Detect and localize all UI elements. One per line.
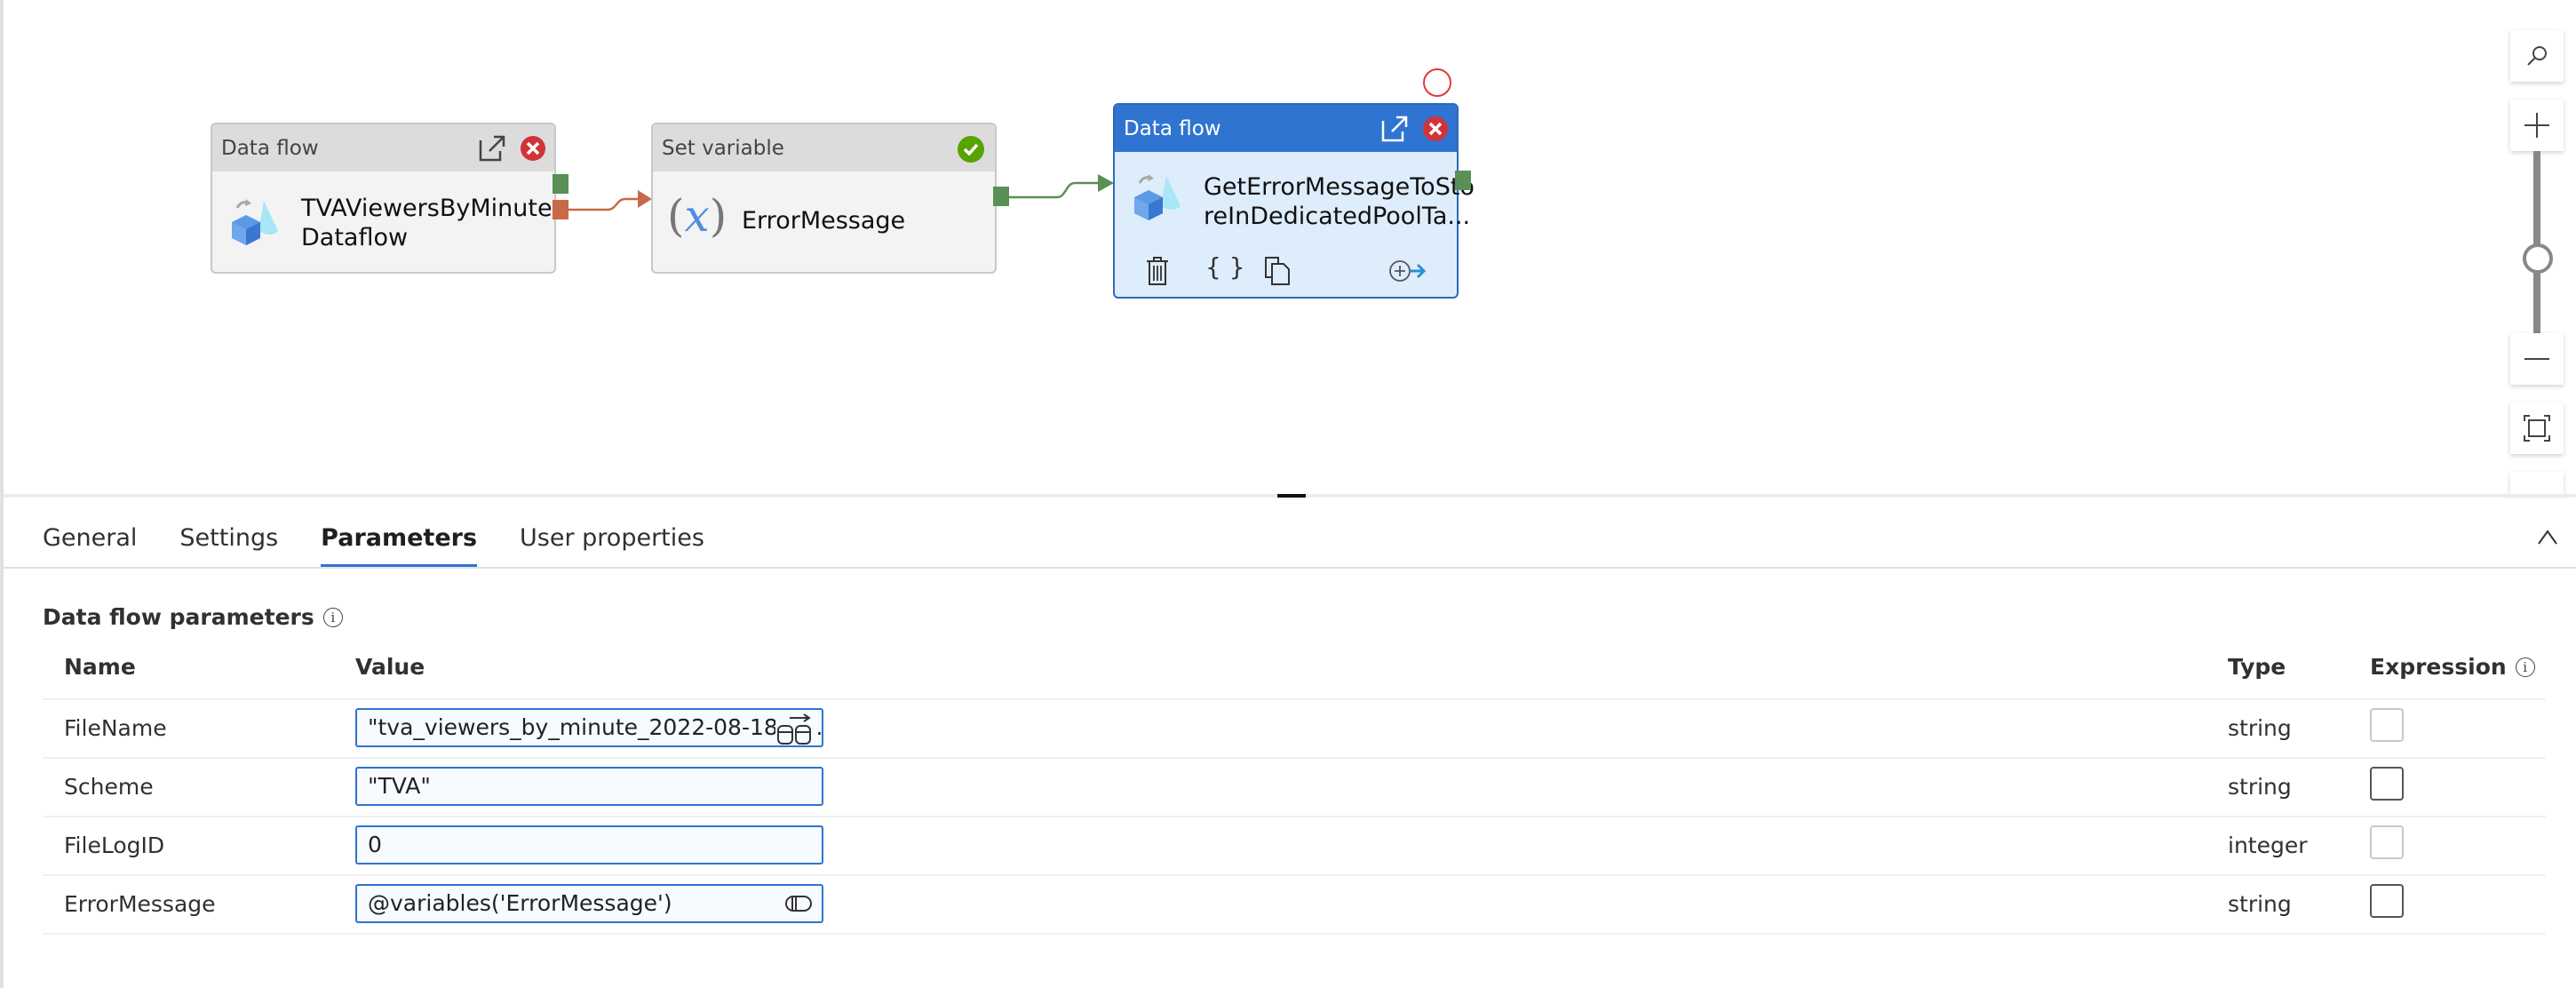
section-title: Data flow parameters i <box>43 604 343 630</box>
delete-icon[interactable] <box>1145 256 1170 286</box>
activity-header: Data flow <box>212 124 554 171</box>
column-header-type: Type <box>2228 654 2286 680</box>
zoom-slider-thumb[interactable] <box>2523 243 2553 274</box>
expression-checkbox[interactable] <box>2370 825 2404 859</box>
param-value-input[interactable]: "tva_viewers_by_minute_2022-08-18.cs... <box>355 708 823 747</box>
activity-header: Data flow <box>1115 105 1457 152</box>
failure-connector <box>568 197 640 211</box>
param-name: FileLogID <box>64 833 165 858</box>
activity-name: GetErrorMessageToSto reInDedicatedPoolTa.… <box>1204 173 1475 230</box>
activity-node-set-variable[interactable]: Set variable (x) ErrorMessage <box>651 123 997 274</box>
copy-icon[interactable] <box>1264 256 1291 286</box>
success-output-port[interactable] <box>993 187 1009 206</box>
success-output-port[interactable] <box>553 174 568 194</box>
info-icon[interactable]: i <box>2515 657 2535 677</box>
search-icon <box>2527 46 2547 66</box>
error-status-icon <box>1423 116 1448 141</box>
breakpoint-circle-icon[interactable] <box>1422 68 1452 98</box>
dataflow-icon <box>232 199 278 245</box>
pipeline-canvas[interactable]: Data flow TVAViewersByMinute- Dataflow Se… <box>4 0 2576 494</box>
tab-parameters[interactable]: Parameters <box>321 521 477 569</box>
open-external-icon[interactable] <box>1379 114 1410 144</box>
tabs-divider <box>4 567 2576 569</box>
row-divider <box>43 933 2546 935</box>
canvas-search-button[interactable] <box>2510 30 2564 82</box>
column-header-name: Name <box>64 654 136 680</box>
dataset-parameter-icon[interactable] <box>775 713 815 745</box>
param-value-input[interactable]: @variables('ErrorMessage') <box>355 884 823 923</box>
collapse-panel-icon[interactable] <box>2534 524 2561 551</box>
activity-node-dataflow-2[interactable]: Data flow GetErrorMessageToSto reInDedica… <box>1113 103 1475 299</box>
success-arrowhead <box>1098 174 1114 192</box>
tab-general[interactable]: General <box>43 521 137 567</box>
activity-type-label: Data flow <box>1124 117 1221 140</box>
activity-name: ErrorMessage <box>742 207 906 235</box>
dataflow-icon <box>1134 174 1181 220</box>
param-type: string <box>2228 774 2292 800</box>
param-type: integer <box>2228 833 2308 858</box>
row-divider <box>43 698 2546 700</box>
expression-checkbox[interactable] <box>2370 884 2404 918</box>
zoom-out-icon <box>2524 358 2549 360</box>
error-status-icon <box>521 136 545 161</box>
fit-to-screen-icon <box>2524 415 2550 442</box>
param-name: FileName <box>64 715 167 741</box>
column-header-value: Value <box>355 654 425 680</box>
tab-user-properties[interactable]: User properties <box>520 521 704 567</box>
expression-checkbox[interactable] <box>2370 708 2404 742</box>
zoom-in-icon <box>2524 113 2549 138</box>
failure-arrowhead <box>638 190 652 208</box>
variable-icon: (x) <box>667 190 727 242</box>
row-divider <box>43 816 2546 817</box>
open-external-icon[interactable] <box>477 133 507 163</box>
param-name: ErrorMessage <box>64 891 216 917</box>
failure-output-port[interactable] <box>553 200 568 219</box>
more-canvas-controls[interactable] <box>2510 472 2564 494</box>
panel-resize-grip[interactable] <box>1277 494 1306 498</box>
row-divider <box>43 757 2546 759</box>
param-value-input[interactable]: "TVA" <box>355 767 823 806</box>
row-divider <box>43 874 2546 876</box>
activity-type-label: Data flow <box>221 137 319 160</box>
expression-checkbox[interactable] <box>2370 767 2404 801</box>
properties-tabs: General Settings Parameters User propert… <box>43 521 747 569</box>
activity-type-label: Set variable <box>662 137 784 160</box>
param-value-input[interactable]: 0 <box>355 825 823 864</box>
param-name: Scheme <box>64 774 154 800</box>
activity-node-dataflow-1[interactable]: Data flow TVAViewersByMinute- Dataflow <box>211 123 561 274</box>
column-header-expression: Expression i <box>2370 654 2535 680</box>
zoom-in-button[interactable] <box>2510 100 2564 151</box>
activity-name: TVAViewersByMinute- Dataflow <box>301 195 561 251</box>
expression-icon[interactable] <box>783 888 815 920</box>
success-output-port[interactable] <box>1455 171 1471 190</box>
add-output-icon[interactable] <box>1388 258 1427 284</box>
tab-settings[interactable]: Settings <box>179 521 278 567</box>
param-type: string <box>2228 715 2292 741</box>
info-icon[interactable]: i <box>322 607 343 627</box>
zoom-out-button[interactable] <box>2510 333 2564 385</box>
success-status-icon <box>958 136 984 163</box>
success-connector <box>1009 181 1100 199</box>
fit-to-screen-button[interactable] <box>2510 402 2564 454</box>
code-icon[interactable]: { } <box>1205 252 1245 282</box>
param-type: string <box>2228 891 2292 917</box>
activity-header: Set variable <box>653 124 995 171</box>
